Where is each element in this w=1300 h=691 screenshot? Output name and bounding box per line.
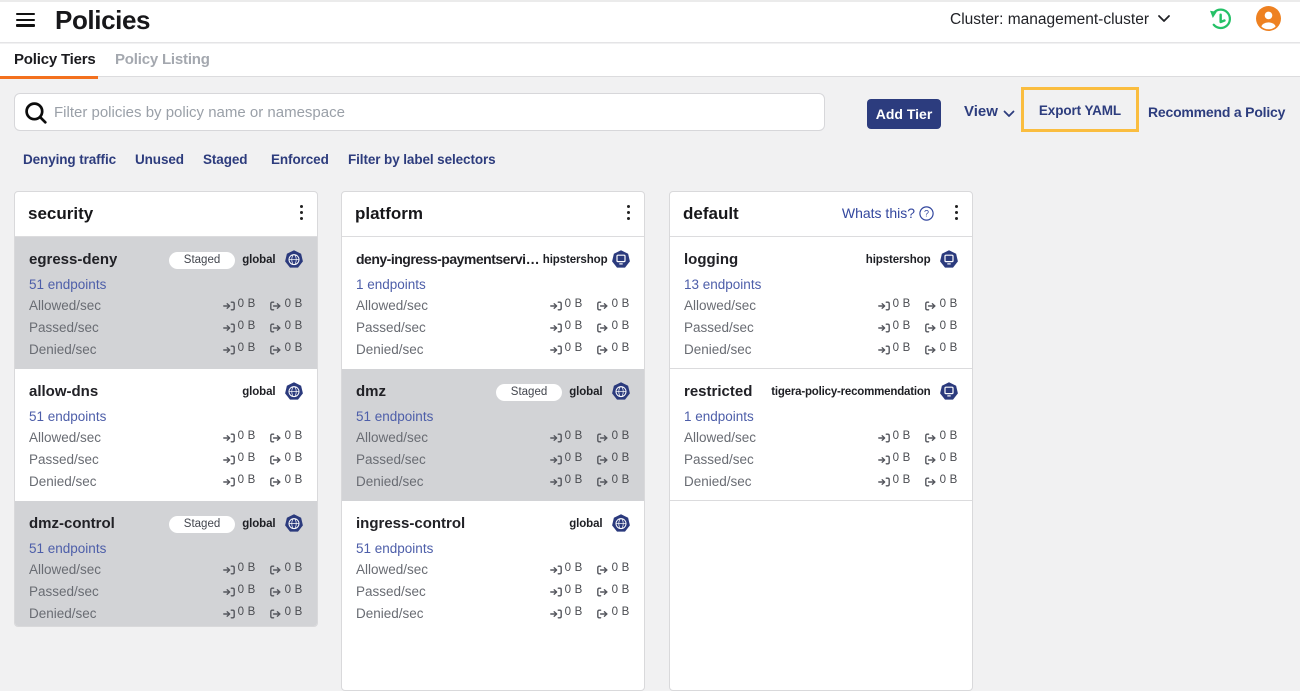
svg-text:?: ?	[924, 209, 929, 219]
